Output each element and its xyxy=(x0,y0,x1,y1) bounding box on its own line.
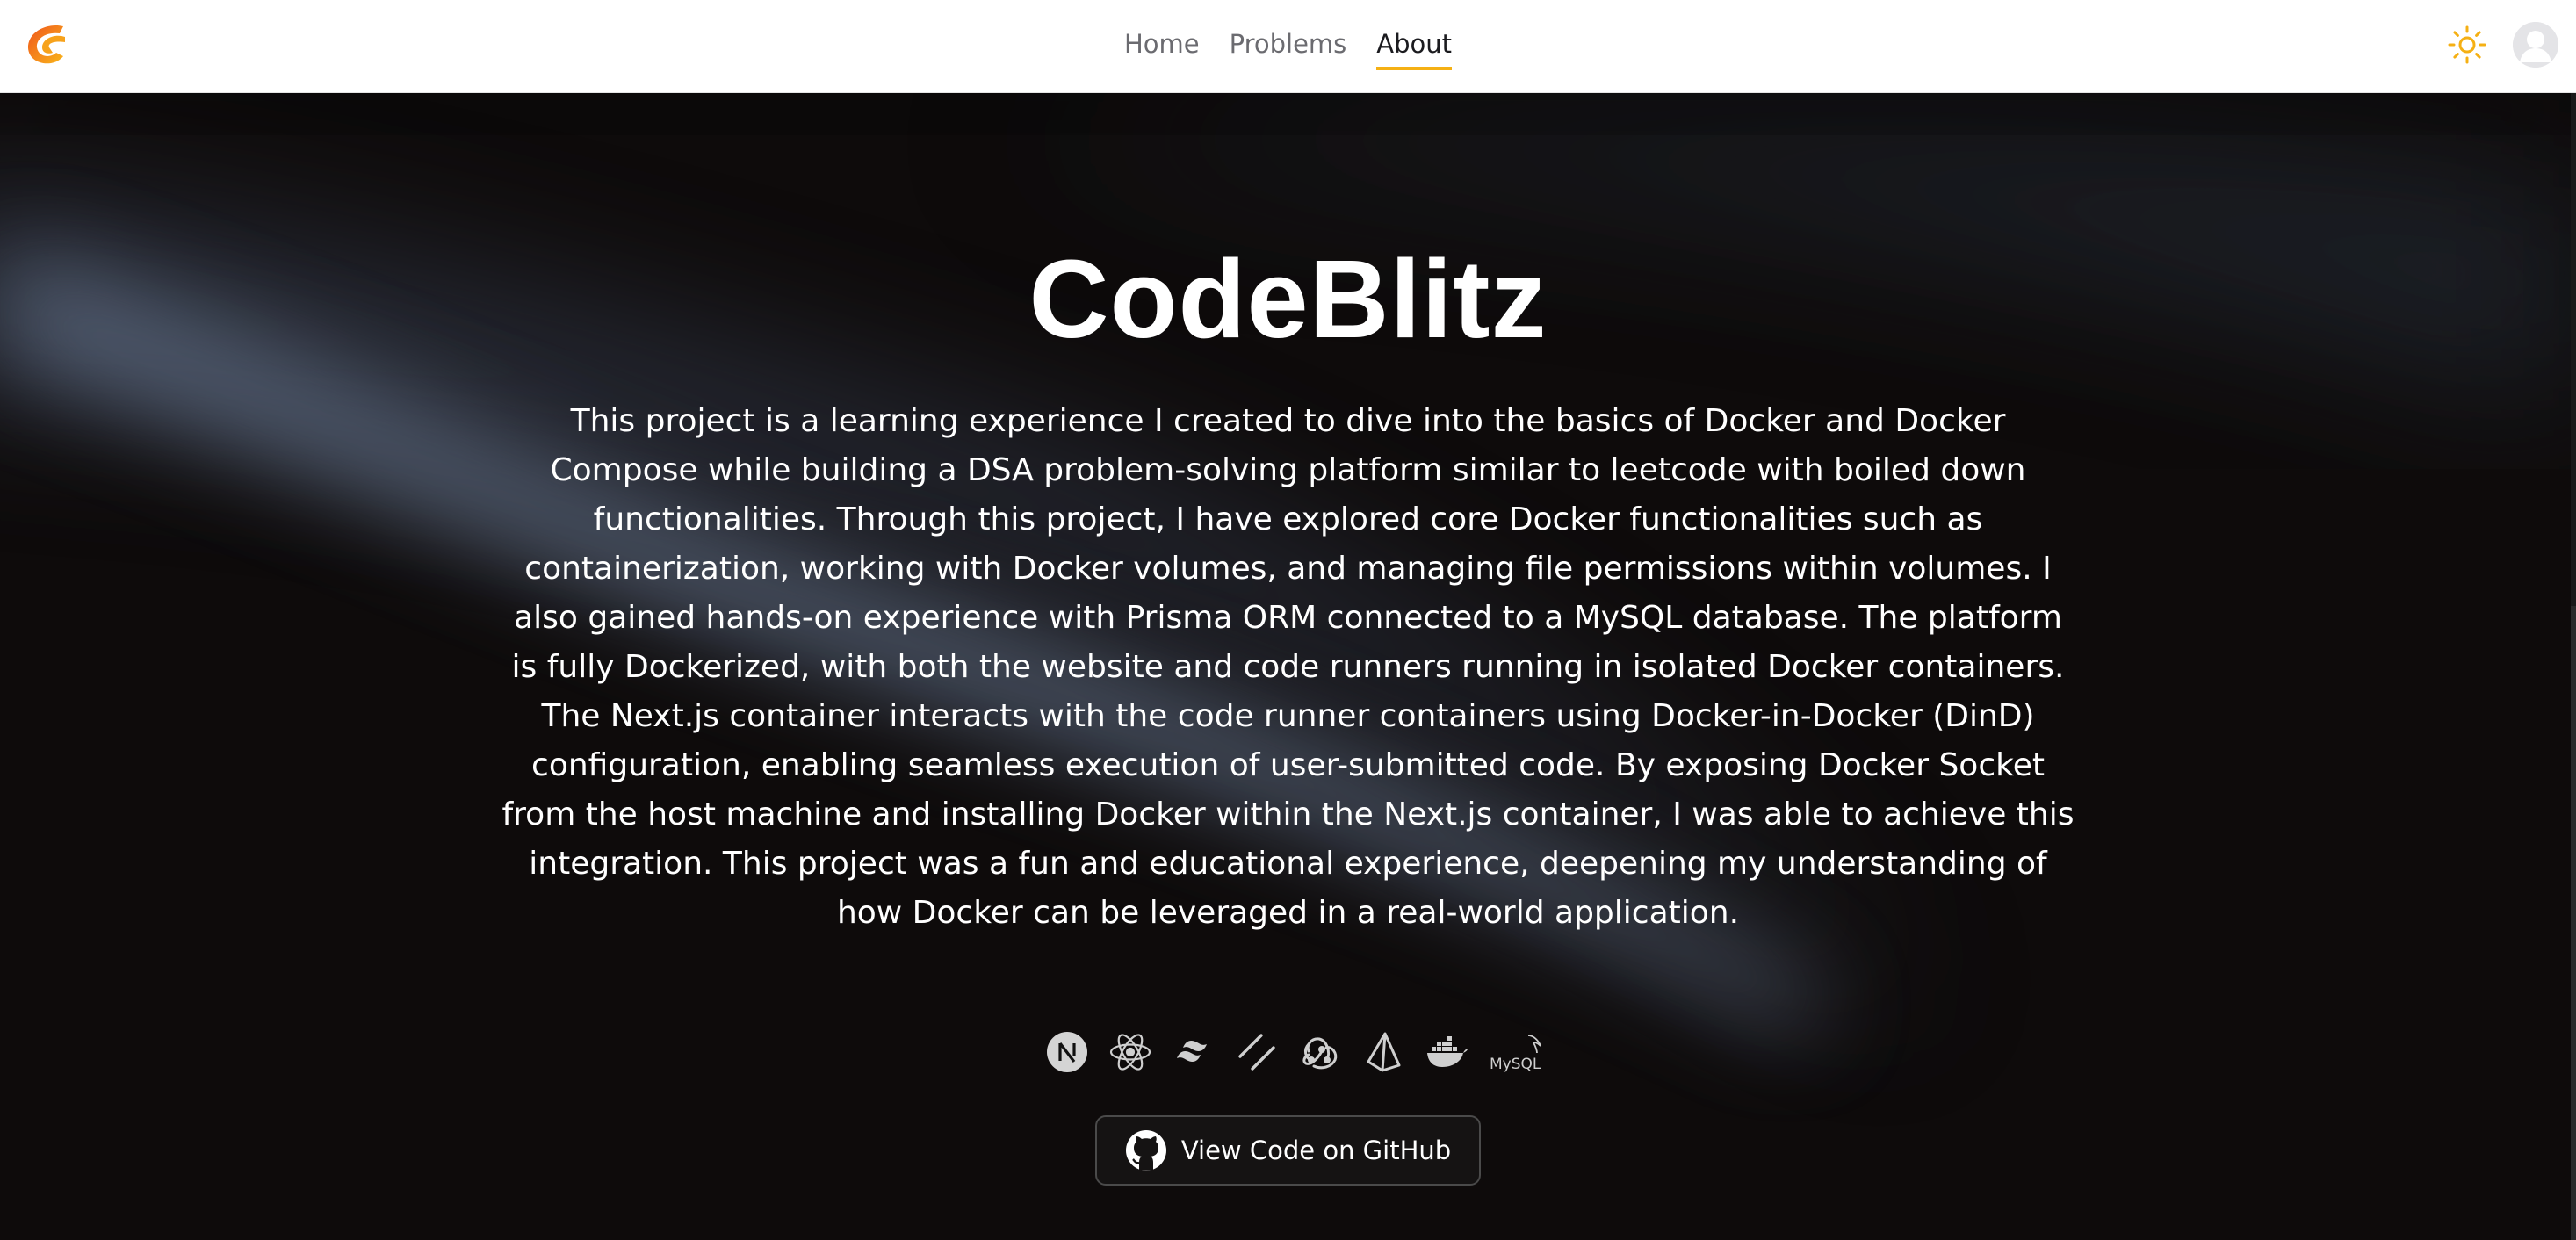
hero-content: CodeBlitz This project is a learning exp… xyxy=(0,234,2576,1186)
view-code-github-button[interactable]: View Code on GitHub xyxy=(1094,1115,1482,1186)
scrollbar-thumb[interactable] xyxy=(2571,606,2576,1240)
page-title: CodeBlitz xyxy=(1028,237,1548,361)
prisma-icon xyxy=(1361,1030,1405,1074)
hero-section: CodeBlitz This project is a learning exp… xyxy=(0,93,2576,1240)
docker-icon xyxy=(1425,1030,1468,1074)
svg-text:MySQL: MySQL xyxy=(1490,1056,1541,1073)
project-description: This project is a learning experience I … xyxy=(501,403,2075,931)
mysql-icon: MySQL xyxy=(1488,1030,1541,1074)
redux-icon xyxy=(1298,1030,1342,1074)
nextjs-icon xyxy=(1045,1030,1089,1074)
react-icon xyxy=(1108,1030,1152,1074)
github-icon xyxy=(1125,1129,1167,1172)
user-avatar-icon[interactable] xyxy=(2513,22,2558,68)
nav-link-problems[interactable]: Problems xyxy=(1230,26,1347,70)
shadcn-icon xyxy=(1235,1030,1279,1074)
nav-links: Home Problems About xyxy=(0,26,2576,70)
sun-icon[interactable] xyxy=(2447,25,2487,65)
nav-link-about[interactable]: About xyxy=(1376,26,1453,70)
top-navbar: Home Problems About xyxy=(0,0,2576,93)
github-button-label: View Code on GitHub xyxy=(1180,1135,1452,1165)
tech-stack-icons: MySQL xyxy=(1045,1029,1541,1075)
tailwind-icon xyxy=(1172,1030,1216,1074)
nav-link-home[interactable]: Home xyxy=(1124,26,1200,70)
